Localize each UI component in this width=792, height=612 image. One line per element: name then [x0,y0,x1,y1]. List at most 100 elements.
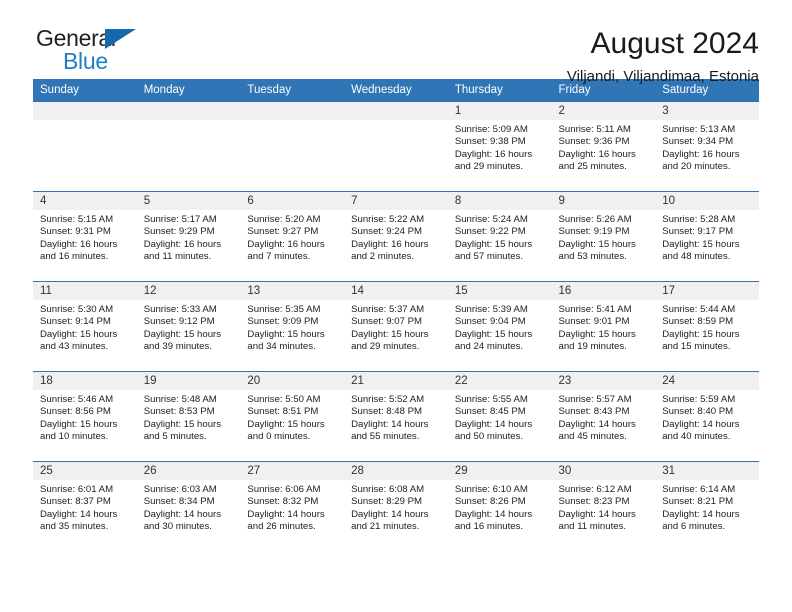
sunrise-text: Sunrise: 6:10 AM [454,484,528,495]
sunset-text: Sunset: 8:34 PM [143,496,215,508]
daylight-text-line1: Daylight: 16 hours [143,238,222,250]
day-number: 18 [33,372,137,390]
daylight-text-line1: Daylight: 14 hours [351,418,429,430]
sunrise-text: Sunrise: 5:20 AM [247,214,321,225]
day-cell[interactable]: 21 Sunrise: 5:52 AM Sunset: 8:48 PM Dayligh… [344,371,448,462]
sunset-text: Sunset: 8:26 PM [454,496,526,508]
daylight-text-line1: Daylight: 15 hours [40,418,118,430]
day-details: Sunrise: 5:20 AM Sunset: 9:27 PM Daylight:… [240,210,344,264]
daylight-text-line1: Daylight: 15 hours [247,328,325,340]
day-details: Sunrise: 5:52 AM Sunset: 8:48 PM Daylight:… [344,390,448,444]
daylight-text-line2: and 39 minutes. [143,341,212,353]
daylight-text-line2: and 11 minutes. [558,521,627,533]
day-cell[interactable]: 29 Sunrise: 6:10 AM Sunset: 8:26 PM Dayligh… [447,461,552,551]
day-cell[interactable]: 9 Sunrise: 5:26 AM Sunset: 9:19 PM Daylight… [551,191,656,282]
day-number: 15 [447,282,552,300]
sunset-text: Sunset: 9:27 PM [247,226,319,238]
sunrise-text: Sunrise: 5:44 AM [662,304,736,315]
day-cell[interactable]: 11 Sunrise: 5:30 AM Sunset: 9:14 PM Dayligh… [33,281,137,372]
day-cell[interactable]: 7 Sunrise: 5:22 AM Sunset: 9:24 PM Daylight… [344,191,448,282]
day-cell[interactable]: 1 Sunrise: 5:09 AM Sunset: 9:38 PM Daylight… [447,101,552,192]
day-cell[interactable]: 30 Sunrise: 6:12 AM Sunset: 8:23 PM Dayligh… [551,461,656,551]
day-cell[interactable]: 18 Sunrise: 5:46 AM Sunset: 8:56 PM Dayligh… [33,371,137,462]
day-number: 31 [655,462,759,480]
day-cell[interactable]: 3 Sunrise: 5:13 AM Sunset: 9:34 PM Daylight… [655,101,759,192]
sunset-text: Sunset: 9:14 PM [40,316,111,328]
day-number: 25 [33,462,137,480]
day-number: 26 [136,462,241,480]
sunrise-text: Sunrise: 5:48 AM [143,394,217,405]
day-cell[interactable]: 25 Sunrise: 6:01 AM Sunset: 8:37 PM Dayligh… [33,461,137,551]
day-cell[interactable]: 23 Sunrise: 5:57 AM Sunset: 8:43 PM Dayligh… [551,371,656,462]
day-cell[interactable]: 2 Sunrise: 5:11 AM Sunset: 9:36 PM Daylight… [551,101,656,192]
weekday-header-sunday: Sunday [33,79,137,102]
brand-logo[interactable]: General Blue [33,27,166,75]
day-cell[interactable]: 10 Sunrise: 5:28 AM Sunset: 9:17 PM Dayligh… [655,191,759,282]
day-details: Sunrise: 5:15 AM Sunset: 9:31 PM Daylight:… [33,210,137,264]
day-details: Sunrise: 5:55 AM Sunset: 8:45 PM Daylight:… [448,390,552,444]
day-number: 24 [655,372,759,390]
calendar-table: Sunday Monday Tuesday Wednesday Thursday… [33,79,759,551]
sunrise-text: Sunrise: 5:55 AM [454,394,528,405]
sunrise-text: Sunrise: 5:17 AM [143,214,217,225]
sunset-text: Sunset: 9:34 PM [662,136,734,148]
day-cell[interactable]: 17 Sunrise: 5:44 AM Sunset: 8:59 PM Dayligh… [655,281,759,372]
daylight-text-line2: and 43 minutes. [40,341,109,353]
day-details: Sunrise: 5:11 AM Sunset: 9:36 PM Daylight:… [552,120,656,174]
day-cell[interactable]: 13 Sunrise: 5:35 AM Sunset: 9:09 PM Dayligh… [240,281,345,372]
day-cell[interactable]: 16 Sunrise: 5:41 AM Sunset: 9:01 PM Dayligh… [551,281,656,372]
day-number: 2 [551,102,656,120]
sunrise-text: Sunrise: 5:24 AM [454,214,528,225]
day-cell[interactable]: 24 Sunrise: 5:59 AM Sunset: 8:40 PM Dayligh… [655,371,759,462]
day-number [240,102,345,120]
daylight-text-line1: Daylight: 15 hours [454,238,533,250]
day-details: Sunrise: 5:59 AM Sunset: 8:40 PM Daylight:… [655,390,759,444]
daylight-text-line2: and 6 minutes. [662,521,726,533]
day-number: 12 [136,282,241,300]
daylight-text-line1: Daylight: 15 hours [558,328,636,340]
daylight-text-line1: Daylight: 15 hours [662,328,740,340]
day-cell[interactable]: 6 Sunrise: 5:20 AM Sunset: 9:27 PM Daylight… [240,191,345,282]
daylight-text-line2: and 29 minutes. [454,161,524,173]
day-details: Sunrise: 5:50 AM Sunset: 8:51 PM Daylight:… [240,390,344,444]
sunset-text: Sunset: 8:21 PM [662,496,734,508]
sunrise-text: Sunrise: 5:33 AM [143,304,217,315]
daylight-text-line2: and 2 minutes. [351,251,415,263]
day-number: 8 [447,192,552,210]
day-cell-empty [240,101,345,192]
day-details: Sunrise: 6:10 AM Sunset: 8:26 PM Daylight:… [448,480,552,534]
day-cell[interactable]: 19 Sunrise: 5:48 AM Sunset: 8:53 PM Dayligh… [136,371,241,462]
daylight-text-line2: and 57 minutes. [454,251,524,263]
day-details: Sunrise: 5:13 AM Sunset: 9:34 PM Daylight:… [655,120,759,174]
sunrise-text: Sunrise: 5:09 AM [454,124,528,135]
daylight-text-line1: Daylight: 14 hours [351,508,429,520]
sunrise-text: Sunrise: 6:01 AM [40,484,114,495]
calendar-week-row: 4 Sunrise: 5:15 AM Sunset: 9:31 PM Daylight… [33,191,759,282]
daylight-text-line1: Daylight: 15 hours [143,328,222,340]
day-cell[interactable]: 27 Sunrise: 6:06 AM Sunset: 8:32 PM Dayligh… [240,461,345,551]
day-cell[interactable]: 31 Sunrise: 6:14 AM Sunset: 8:21 PM Dayligh… [655,461,759,551]
page-title: August 2024 [590,27,759,60]
day-cell[interactable]: 26 Sunrise: 6:03 AM Sunset: 8:34 PM Dayligh… [136,461,241,551]
day-number [344,102,448,120]
day-details: Sunrise: 5:48 AM Sunset: 8:53 PM Daylight:… [137,390,241,444]
day-cell[interactable]: 12 Sunrise: 5:33 AM Sunset: 9:12 PM Dayligh… [136,281,241,372]
day-cell[interactable]: 5 Sunrise: 5:17 AM Sunset: 9:29 PM Daylight… [136,191,241,282]
day-number: 1 [447,102,552,120]
day-number: 9 [551,192,656,210]
day-cell[interactable]: 20 Sunrise: 5:50 AM Sunset: 8:51 PM Dayligh… [240,371,345,462]
day-cell[interactable]: 15 Sunrise: 5:39 AM Sunset: 9:04 PM Dayligh… [447,281,552,372]
day-cell[interactable]: 14 Sunrise: 5:37 AM Sunset: 9:07 PM Dayligh… [344,281,448,372]
day-cell[interactable]: 28 Sunrise: 6:08 AM Sunset: 8:29 PM Dayligh… [344,461,448,551]
sunset-text: Sunset: 9:38 PM [454,136,526,148]
daylight-text-line2: and 11 minutes. [143,251,212,263]
day-details: Sunrise: 5:33 AM Sunset: 9:12 PM Daylight:… [137,300,241,354]
daylight-text-line1: Daylight: 14 hours [40,508,118,520]
calendar-page: General Blue August 2024 Viljandi, Vilja… [0,0,792,612]
day-cell[interactable]: 4 Sunrise: 5:15 AM Sunset: 9:31 PM Daylight… [33,191,137,282]
day-cell[interactable]: 22 Sunrise: 5:55 AM Sunset: 8:45 PM Dayligh… [447,371,552,462]
daylight-text-line1: Daylight: 15 hours [558,238,636,250]
day-cell[interactable]: 8 Sunrise: 5:24 AM Sunset: 9:22 PM Daylight… [447,191,552,282]
day-details: Sunrise: 5:22 AM Sunset: 9:24 PM Daylight:… [344,210,448,264]
weekday-header-tuesday: Tuesday [240,79,345,102]
